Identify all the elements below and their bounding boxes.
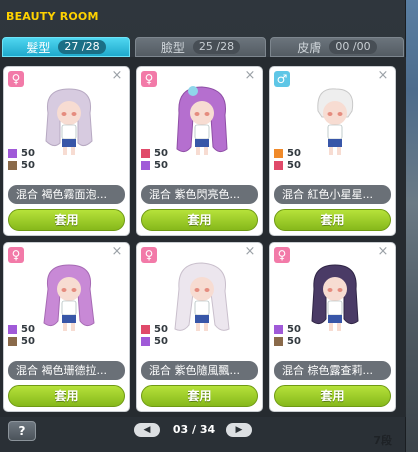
style-card: ♀ × 50 50	[136, 242, 263, 412]
prev-page-button[interactable]: ◀	[134, 423, 160, 437]
close-icon[interactable]: ×	[243, 69, 257, 83]
avatar-image	[317, 88, 354, 155]
close-icon[interactable]: ×	[110, 69, 124, 83]
stat-row: 50	[274, 159, 301, 171]
female-icon: ♀	[8, 247, 24, 263]
style-name: 混合 棕色露查莉...	[274, 361, 391, 380]
stat-list: 50 50	[274, 147, 301, 171]
stat-swatch	[8, 160, 17, 170]
style-name: 混合 紫色隨風飄...	[141, 361, 258, 380]
stat-list: 50 50	[141, 147, 168, 171]
stat-row: 50	[8, 335, 35, 347]
tab-hair[interactable]: 髮型 27 /28	[2, 37, 130, 57]
stat-value: 50	[21, 323, 35, 335]
style-card: ♀ × 50 50	[3, 242, 130, 412]
apply-button[interactable]: 套用	[141, 209, 258, 231]
stat-swatch	[141, 336, 150, 346]
pagination: ◀ 03 / 34 ▶	[134, 423, 254, 439]
background-label: 7段	[373, 434, 392, 447]
female-icon: ♀	[141, 247, 157, 263]
stat-swatch	[8, 324, 17, 334]
stat-swatch	[141, 324, 150, 334]
avatar-image	[176, 86, 228, 155]
apply-button[interactable]: 套用	[274, 385, 391, 407]
stat-row: 50	[274, 323, 301, 335]
stat-row: 50	[274, 335, 301, 347]
apply-button[interactable]: 套用	[8, 385, 125, 407]
tab-face-label: 臉型	[160, 40, 185, 55]
style-name: 混合 褐色珊德拉...	[8, 361, 125, 380]
tab-skin-label: 皮膚	[297, 40, 322, 55]
stat-row: 50	[274, 147, 301, 159]
stat-list: 50 50	[8, 147, 35, 171]
stat-row: 50	[8, 147, 35, 159]
stat-value: 50	[154, 335, 168, 347]
tab-face[interactable]: 臉型 25 /28	[135, 37, 266, 57]
stat-row: 50	[141, 323, 168, 335]
stat-value: 50	[21, 335, 35, 347]
female-icon: ♀	[274, 247, 290, 263]
avatar-image	[43, 264, 95, 331]
stat-row: 50	[141, 147, 168, 159]
apply-button[interactable]: 套用	[141, 385, 258, 407]
stat-value: 50	[154, 159, 168, 171]
beauty-room-window: BEAUTY ROOM 髮型 27 /28 臉型 25 /28 皮膚 00 /0…	[0, 0, 406, 452]
tab-skin-count: 00 /00	[329, 40, 377, 54]
next-page-button[interactable]: ▶	[226, 423, 252, 437]
help-button[interactable]: ?	[8, 421, 36, 441]
stat-swatch	[274, 324, 283, 334]
style-name: 混合 褐色霧面泡...	[8, 185, 125, 204]
style-card: ♀ × 50 50	[269, 242, 396, 412]
avatar-image	[311, 264, 359, 331]
stat-value: 50	[287, 323, 301, 335]
close-icon[interactable]: ×	[243, 245, 257, 259]
page-indicator: 03 / 34	[172, 423, 216, 436]
style-card: ♀ × 50 50	[136, 66, 263, 236]
avatar-image	[45, 88, 93, 155]
stat-list: 50 50	[274, 323, 301, 347]
apply-button[interactable]: 套用	[274, 209, 391, 231]
window-title: BEAUTY ROOM	[6, 10, 99, 23]
stat-swatch	[141, 160, 150, 170]
stat-value: 50	[154, 147, 168, 159]
style-name: 混合 紫色閃亮色...	[141, 185, 258, 204]
male-icon: ♂	[274, 71, 290, 87]
stat-swatch	[274, 160, 283, 170]
stat-value: 50	[287, 147, 301, 159]
close-icon[interactable]: ×	[376, 245, 390, 259]
style-name: 混合 紅色小星星...	[274, 185, 391, 204]
tab-skin[interactable]: 皮膚 00 /00	[270, 37, 404, 57]
tab-face-count: 25 /28	[192, 40, 241, 54]
stat-swatch	[8, 336, 17, 346]
avatar-image	[174, 262, 230, 331]
female-icon: ♀	[8, 71, 24, 87]
style-card: ♀ × 50 50	[3, 66, 130, 236]
stat-value: 50	[154, 323, 168, 335]
stat-list: 50 50	[141, 323, 168, 347]
style-card: ♂ × 50 50 混合 紅色小星星... 套用	[269, 66, 396, 236]
stat-swatch	[274, 336, 283, 346]
female-icon: ♀	[141, 71, 157, 87]
stat-value: 50	[287, 335, 301, 347]
tab-hair-label: 髮型	[26, 40, 51, 55]
stat-value: 50	[287, 159, 301, 171]
tab-bar: 髮型 27 /28 臉型 25 /28 皮膚 00 /00	[2, 37, 406, 57]
tab-hair-count: 27 /28	[58, 40, 106, 54]
stat-value: 50	[21, 159, 35, 171]
stat-row: 50	[141, 335, 168, 347]
style-grid: ♀ × 50 50 混合 褐色霧面泡... 套用 ♀ × 50 50 混合 紫色…	[0, 57, 406, 417]
stat-row: 50	[8, 159, 35, 171]
apply-button[interactable]: 套用	[8, 209, 125, 231]
stat-row: 50	[8, 323, 35, 335]
stat-row: 50	[141, 159, 168, 171]
stat-swatch	[274, 148, 283, 158]
stat-swatch	[141, 148, 150, 158]
stat-value: 50	[21, 147, 35, 159]
close-icon[interactable]: ×	[110, 245, 124, 259]
close-icon[interactable]: ×	[376, 69, 390, 83]
stat-swatch	[8, 148, 17, 158]
stat-list: 50 50	[8, 323, 35, 347]
